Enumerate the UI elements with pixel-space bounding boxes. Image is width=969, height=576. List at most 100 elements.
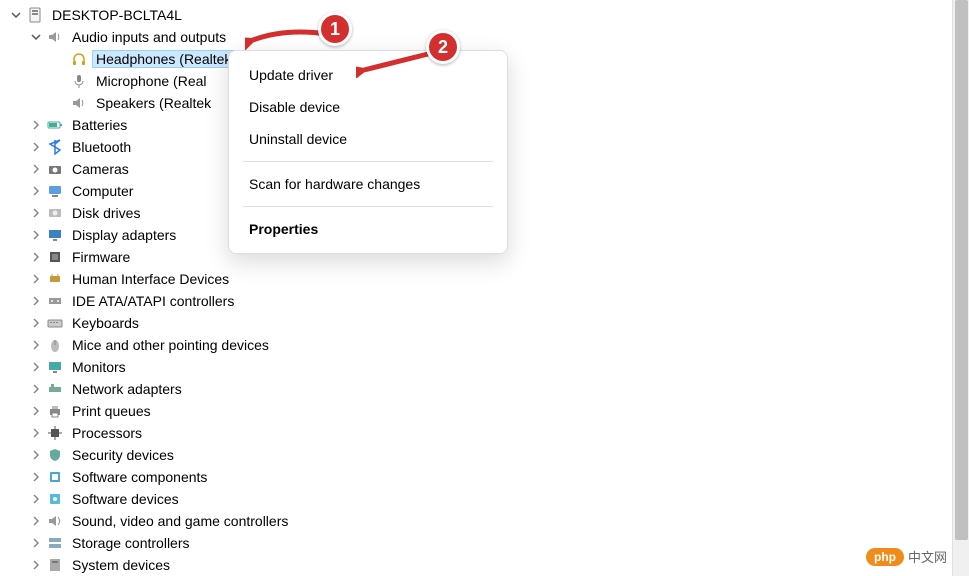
tree-category[interactable]: Print queues — [4, 400, 969, 422]
menu-separator — [243, 161, 493, 162]
category-label[interactable]: Storage controllers — [68, 534, 194, 552]
category-label[interactable]: Software devices — [68, 490, 183, 508]
software-dev-icon — [46, 490, 64, 508]
category-label[interactable]: Security devices — [68, 446, 178, 464]
category-label[interactable]: Firmware — [68, 248, 134, 266]
chevron-right-icon[interactable] — [28, 183, 44, 199]
chevron-right-icon[interactable] — [28, 271, 44, 287]
chevron-right-icon[interactable] — [28, 513, 44, 529]
mouse-icon — [46, 336, 64, 354]
menu-update-driver[interactable]: Update driver — [229, 59, 507, 91]
menu-uninstall-device[interactable]: Uninstall device — [229, 123, 507, 155]
context-menu: Update driver Disable device Uninstall d… — [228, 50, 508, 254]
menu-properties[interactable]: Properties — [229, 213, 507, 245]
category-label[interactable]: IDE ATA/ATAPI controllers — [68, 292, 238, 310]
menu-disable-device[interactable]: Disable device — [229, 91, 507, 123]
tree-category[interactable]: Mice and other pointing devices — [4, 334, 969, 356]
chevron-right-icon[interactable] — [28, 315, 44, 331]
chevron-right-icon[interactable] — [28, 205, 44, 221]
tree-category[interactable]: Storage controllers — [4, 532, 969, 554]
device-label[interactable]: Speakers (Realtek — [92, 94, 215, 112]
tree-category[interactable]: Sound, video and game controllers — [4, 510, 969, 532]
computer-icon — [46, 182, 64, 200]
tree-category[interactable]: Software components — [4, 466, 969, 488]
callout-badge-2: 2 — [426, 30, 460, 64]
category-label[interactable]: Batteries — [68, 116, 131, 134]
category-label[interactable]: Keyboards — [68, 314, 143, 332]
category-label[interactable]: Disk drives — [68, 204, 144, 222]
speaker-icon — [46, 28, 64, 46]
tree-root[interactable]: DESKTOP-BCLTA4L — [4, 4, 969, 26]
menu-scan-hardware[interactable]: Scan for hardware changes — [229, 168, 507, 200]
tree-category[interactable]: Monitors — [4, 356, 969, 378]
chevron-right-icon[interactable] — [28, 425, 44, 441]
hid-icon — [46, 270, 64, 288]
category-label[interactable]: Display adapters — [68, 226, 180, 244]
category-label[interactable]: Computer — [68, 182, 137, 200]
category-label[interactable]: Human Interface Devices — [68, 270, 233, 288]
chevron-right-icon[interactable] — [28, 139, 44, 155]
tree-category[interactable]: System devices — [4, 554, 969, 576]
callout-badge-1: 1 — [318, 12, 352, 46]
category-label[interactable]: Software components — [68, 468, 211, 486]
chevron-right-icon[interactable] — [28, 161, 44, 177]
chevron-down-icon[interactable] — [8, 7, 24, 23]
tree-category[interactable]: Keyboards — [4, 312, 969, 334]
headphones-icon — [70, 50, 88, 68]
speaker-icon — [70, 94, 88, 112]
tree-category[interactable]: Processors — [4, 422, 969, 444]
disk-icon — [46, 204, 64, 222]
battery-icon — [46, 116, 64, 134]
tree-category[interactable]: Software devices — [4, 488, 969, 510]
chevron-right-icon[interactable] — [28, 227, 44, 243]
chevron-right-icon[interactable] — [28, 469, 44, 485]
category-label[interactable]: Mice and other pointing devices — [68, 336, 273, 354]
tree-category[interactable]: IDE ATA/ATAPI controllers — [4, 290, 969, 312]
tree-category[interactable]: Human Interface Devices — [4, 268, 969, 290]
tree-category[interactable]: Security devices — [4, 444, 969, 466]
chevron-right-icon[interactable] — [28, 557, 44, 573]
category-label[interactable]: Processors — [68, 424, 146, 442]
security-icon — [46, 446, 64, 464]
category-label[interactable]: Network adapters — [68, 380, 186, 398]
network-icon — [46, 380, 64, 398]
display-icon — [46, 226, 64, 244]
ide-icon — [46, 292, 64, 310]
camera-icon — [46, 160, 64, 178]
chevron-right-icon[interactable] — [28, 359, 44, 375]
root-label[interactable]: DESKTOP-BCLTA4L — [48, 6, 186, 24]
chevron-right-icon[interactable] — [28, 249, 44, 265]
category-label[interactable]: System devices — [68, 556, 174, 574]
printer-icon — [46, 402, 64, 420]
chevron-right-icon[interactable] — [28, 491, 44, 507]
category-label[interactable]: Sound, video and game controllers — [68, 512, 292, 530]
device-label[interactable]: Microphone (Real — [92, 72, 211, 90]
microphone-icon — [70, 72, 88, 90]
chevron-right-icon[interactable] — [28, 293, 44, 309]
category-label[interactable]: Monitors — [68, 358, 130, 376]
bluetooth-icon — [46, 138, 64, 156]
chevron-right-icon[interactable] — [28, 381, 44, 397]
tree-category-audio[interactable]: Audio inputs and outputs — [4, 26, 969, 48]
storage-icon — [46, 534, 64, 552]
scrollbar-thumb[interactable] — [955, 0, 968, 540]
category-label[interactable]: Print queues — [68, 402, 155, 420]
category-label[interactable]: Bluetooth — [68, 138, 135, 156]
computer-icon — [26, 6, 44, 24]
firmware-icon — [46, 248, 64, 266]
keyboard-icon — [46, 314, 64, 332]
chevron-right-icon[interactable] — [28, 403, 44, 419]
system-icon — [46, 556, 64, 574]
chevron-right-icon[interactable] — [28, 535, 44, 551]
vertical-scrollbar[interactable] — [952, 0, 969, 576]
chevron-right-icon[interactable] — [28, 337, 44, 353]
category-label[interactable]: Audio inputs and outputs — [68, 28, 230, 46]
tree-category[interactable]: Network adapters — [4, 378, 969, 400]
chevron-right-icon[interactable] — [28, 117, 44, 133]
watermark: php 中文网 — [866, 547, 947, 566]
sound-icon — [46, 512, 64, 530]
processor-icon — [46, 424, 64, 442]
chevron-down-icon[interactable] — [28, 29, 44, 45]
category-label[interactable]: Cameras — [68, 160, 133, 178]
chevron-right-icon[interactable] — [28, 447, 44, 463]
